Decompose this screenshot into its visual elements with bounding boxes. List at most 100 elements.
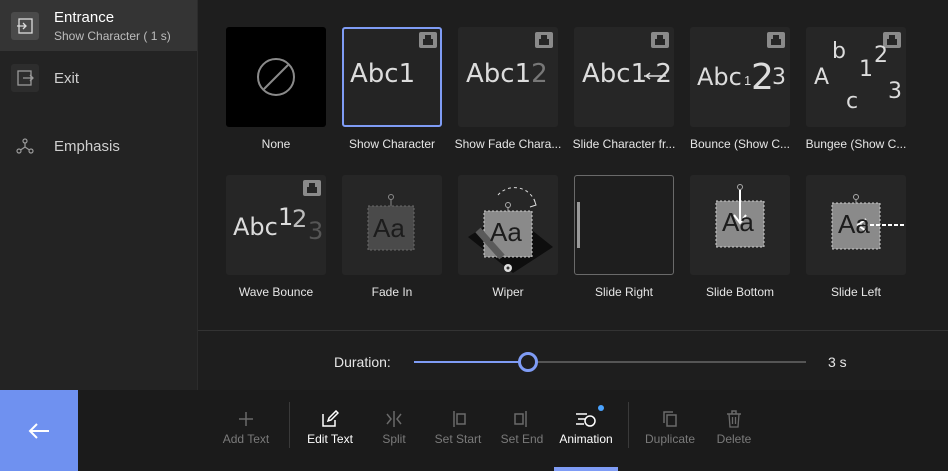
animation-preview-text: Aa [373,213,405,243]
animation-preview-char: 1 [278,203,294,231]
animation-tile-show-character[interactable]: Abc1 [342,27,442,127]
active-tool-indicator [554,467,618,471]
plus-icon [238,409,254,429]
split-icon [384,409,404,429]
toolbar-separator [628,402,629,448]
animation-icon [575,409,597,429]
tool-label: Edit Text [307,432,353,446]
bottom-toolbar: Add Text Edit Text Split Set Start Set E… [0,390,948,471]
animation-preview-text: Aa [722,207,754,237]
animation-preview-char: 2 [874,43,888,68]
split-button[interactable]: Split [364,390,424,471]
animation-preview-char: 3 [772,65,786,90]
animation-preview-fading-char: 2 [531,59,548,89]
divider [198,330,948,331]
animation-tile-wave-bounce[interactable]: Abc 1 2 3 [226,175,326,275]
premium-lock-icon [303,180,321,196]
animation-label: Fade In [371,285,413,299]
animation-preview-char: A [814,65,830,90]
add-text-button[interactable]: Add Text [216,390,276,471]
animation-label: Show Fade Chara... [454,137,562,151]
tool-label: Split [382,432,406,446]
set-end-button[interactable]: Set End [492,390,552,471]
animation-tile-slide-bottom[interactable]: Aa [690,175,790,275]
animation-label: Show Character [348,137,436,151]
animation-label: Wave Bounce [238,285,314,299]
tool-label: Set End [500,432,544,446]
tool-label: Duplicate [644,432,696,446]
animation-label: Slide Right [594,285,654,299]
animation-preview-text: Abc1 [466,59,532,89]
animation-preview-text: Aa [838,209,870,239]
animation-preview-char: c [846,89,859,114]
animation-tile-wiper[interactable]: Aa [458,175,558,275]
set-start-button[interactable]: Set Start [428,390,488,471]
premium-lock-icon [419,32,437,48]
duration-label: Duration: [334,354,391,370]
animation-preview-text: Aa [490,217,522,247]
animation-preview-text: Abc [697,63,742,91]
duration-value: 3 s [828,354,847,370]
animation-tile-slide-right[interactable] [574,175,674,275]
animation-tile-slide-left[interactable]: Aa [806,175,906,275]
entrance-icon [11,11,39,40]
animation-tile-bungee[interactable]: A b c 1 2 3 [806,27,906,127]
tool-label: Add Text [222,432,270,446]
toolbar-separator [289,402,290,448]
sidebar-item-emphasis[interactable]: Emphasis [0,130,197,162]
animation-tile-bounce[interactable]: Abc 1 2 3 [690,27,790,127]
animation-label: Slide Bottom [705,285,775,299]
edit-icon [321,409,339,429]
tool-label: Animation [559,432,613,446]
animation-preview-char: 3 [888,79,902,104]
animation-preview-char: 3 [308,217,324,245]
edit-text-button[interactable]: Edit Text [300,390,360,471]
animation-label: Slide Left [830,285,882,299]
duplicate-button[interactable]: Duplicate [640,390,700,471]
animation-tile-show-fade-character[interactable]: Abc12 [458,27,558,127]
sidebar-item-exit[interactable]: Exit [0,62,197,94]
emphasis-icon [11,132,39,160]
animation-label: Bounce (Show C... [689,137,791,151]
sidebar-item-sublabel: Show Character ( 1 s) [54,28,171,43]
set-end-icon [512,409,532,429]
notification-dot [598,405,604,411]
animation-button[interactable]: Animation [554,390,618,471]
arrow-left-icon [28,422,49,439]
duration-slider-thumb[interactable] [517,352,538,372]
animation-label: Slide Character fr... [572,137,676,151]
tool-label: Delete [716,432,752,446]
premium-lock-icon [767,32,785,48]
exit-icon [11,64,39,92]
animation-tile-fade-in[interactable]: Aa [342,175,442,275]
animation-preview-text: Abc1 [350,59,416,89]
sidebar-item-entrance[interactable]: Entrance Show Character ( 1 s) [0,0,197,51]
none-icon [257,58,295,96]
tool-label: Set Start [434,432,482,446]
duplicate-icon [661,409,679,429]
sidebar-item-label: Exit [54,69,80,87]
set-start-icon [448,409,468,429]
animation-label: Bungee (Show C... [805,137,907,151]
back-button[interactable] [0,390,78,471]
trash-icon [726,409,742,429]
animation-preview-text: Abc [233,213,278,241]
animation-tile-slide-character[interactable]: Abc1 2 [574,27,674,127]
animation-tile-none[interactable] [226,27,326,127]
delete-button[interactable]: Delete [704,390,764,471]
animation-label: None [261,137,291,151]
slide-right-edge-mark [577,202,580,248]
sidebar-item-label: Entrance [54,8,115,26]
duration-slider[interactable] [414,352,806,372]
animation-preview-char: 2 [292,205,308,233]
duration-slider-fill [414,361,528,363]
slide-arrow-icon [644,72,666,80]
animation-category-sidebar: Entrance Show Character ( 1 s) Exit Emph… [0,0,198,390]
animation-preview-char: b [832,39,846,64]
premium-lock-icon [651,32,669,48]
animation-label: Wiper [492,285,524,299]
animation-preview-char: 1 [859,57,873,82]
animation-preview-text: Abc1 [582,59,648,89]
premium-lock-icon [535,32,553,48]
sidebar-item-label: Emphasis [54,137,120,155]
